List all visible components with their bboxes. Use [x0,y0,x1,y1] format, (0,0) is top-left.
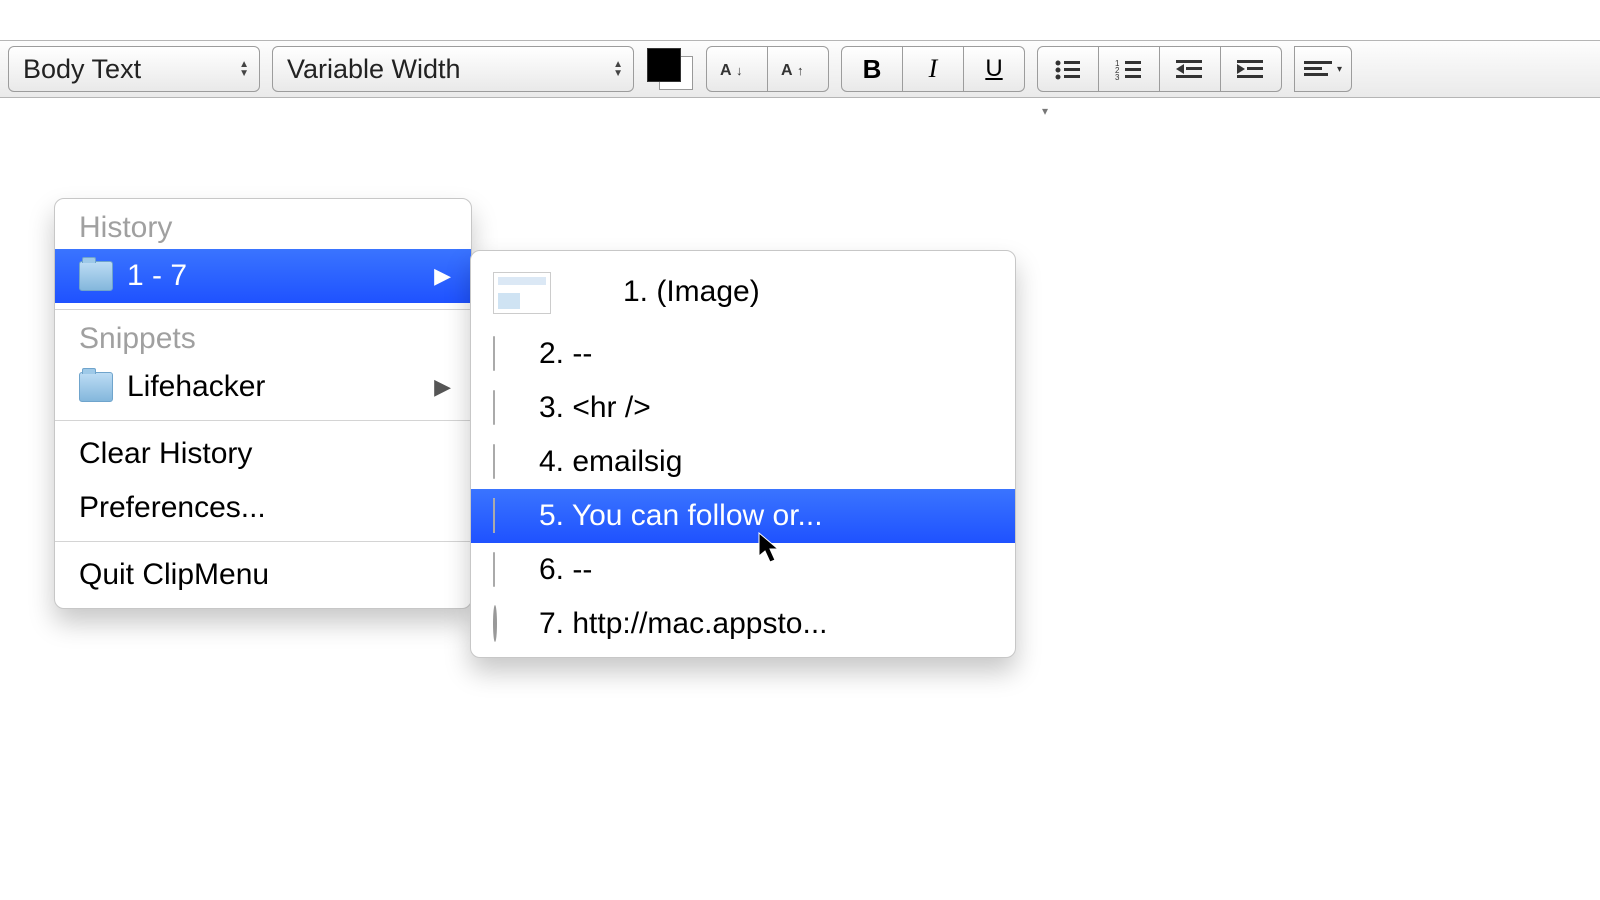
svg-text:↑: ↑ [797,63,804,78]
history-item-label: 5. You can follow or... [539,499,823,533]
text-style-group: B I U [841,46,1025,92]
history-item[interactable]: 7. http://mac.appsto... [471,597,1015,651]
submenu-arrow-icon: ▶ [434,263,451,289]
preferences-label: Preferences... [79,491,266,525]
bold-button[interactable]: B [841,46,903,92]
svg-text:A: A [720,62,732,79]
preferences-item[interactable]: Preferences... [55,481,471,535]
foreground-color-icon [647,48,681,82]
submenu-arrow-icon: ▶ [434,374,451,400]
list-indent-group: 1 2 3 [1037,46,1282,92]
indent-button[interactable] [1221,46,1282,92]
paragraph-style-value: Body Text [23,54,141,85]
overflow-indicator-icon: ▾ [1042,104,1048,118]
numbered-list-icon: 1 2 3 [1115,58,1143,80]
menu-separator [55,309,471,310]
bold-icon: B [863,54,882,85]
font-size-group: A↓ A↑ [706,46,829,92]
history-item[interactable]: 2. -- [471,327,1015,381]
history-section-label: History [55,205,471,249]
menu-separator [55,541,471,542]
folder-icon [79,372,113,402]
history-item[interactable]: 3. <hr /> [471,381,1015,435]
outdent-icon [1176,58,1204,80]
history-item[interactable]: 6. -- [471,543,1015,597]
history-item-label: 1. (Image) [623,275,760,309]
underline-button[interactable]: U [964,46,1025,92]
numbered-list-button[interactable]: 1 2 3 [1099,46,1160,92]
text-file-icon [493,337,521,371]
history-range-label: 1 - 7 [127,259,187,293]
snippets-folder-label: Lifehacker [127,370,265,404]
image-thumbnail-icon [493,272,603,312]
dropdown-caret-icon: ▾ [1337,64,1342,75]
color-swatch[interactable] [646,47,694,91]
decrease-font-size-button[interactable]: A↓ [706,46,768,92]
align-button[interactable]: ▾ [1294,46,1352,92]
text-file-icon [493,445,521,479]
outdent-button[interactable] [1160,46,1221,92]
indent-icon [1237,58,1265,80]
bullet-list-button[interactable] [1037,46,1099,92]
clear-history-item[interactable]: Clear History [55,427,471,481]
history-item-label: 6. -- [539,553,592,587]
text-file-icon [493,391,521,425]
chevron-updown-icon: ▲▼ [239,60,249,78]
history-submenu: 1. (Image) 2. -- 3. <hr /> 4. emailsig 5. Yo… [470,250,1016,658]
history-item[interactable]: 5. You can follow or... [471,489,1015,543]
history-item-label: 4. emailsig [539,445,682,479]
formatting-toolbar: Body Text ▲▼ Variable Width ▲▼ A↓ A↑ B I… [0,40,1600,98]
clear-history-label: Clear History [79,437,252,471]
history-item-label: 3. <hr /> [539,391,651,425]
align-group: ▾ [1294,46,1352,92]
text-file-icon [493,553,521,587]
menu-separator [55,420,471,421]
folder-icon [79,261,113,291]
snippets-folder-item[interactable]: Lifehacker ▶ [55,360,471,414]
paragraph-style-select[interactable]: Body Text ▲▼ [8,46,260,92]
history-item-label: 2. -- [539,337,592,371]
history-item[interactable]: 4. emailsig [471,435,1015,489]
increase-font-size-button[interactable]: A↑ [768,46,829,92]
history-item[interactable]: 1. (Image) [471,257,1015,327]
font-family-select[interactable]: Variable Width ▲▼ [272,46,634,92]
chevron-updown-icon: ▲▼ [613,60,623,78]
align-left-icon [1304,59,1334,79]
text-file-icon [493,499,521,533]
globe-icon [493,607,521,641]
clipmenu-main-menu: History 1 - 7 ▶ Snippets Lifehacker ▶ Cl… [54,198,472,609]
bullet-list-icon [1054,58,1082,80]
history-item-label: 7. http://mac.appsto... [539,607,828,641]
italic-icon: I [929,54,938,84]
font-family-value: Variable Width [287,54,461,85]
quit-item[interactable]: Quit ClipMenu [55,548,471,602]
quit-label: Quit ClipMenu [79,558,269,592]
svg-text:↓: ↓ [736,63,743,78]
svg-text:3: 3 [1115,73,1120,80]
svg-text:A: A [781,62,793,79]
italic-button[interactable]: I [903,46,964,92]
snippets-section-label: Snippets [55,316,471,360]
history-range-item[interactable]: 1 - 7 ▶ [55,249,471,303]
underline-icon: U [985,55,1002,83]
